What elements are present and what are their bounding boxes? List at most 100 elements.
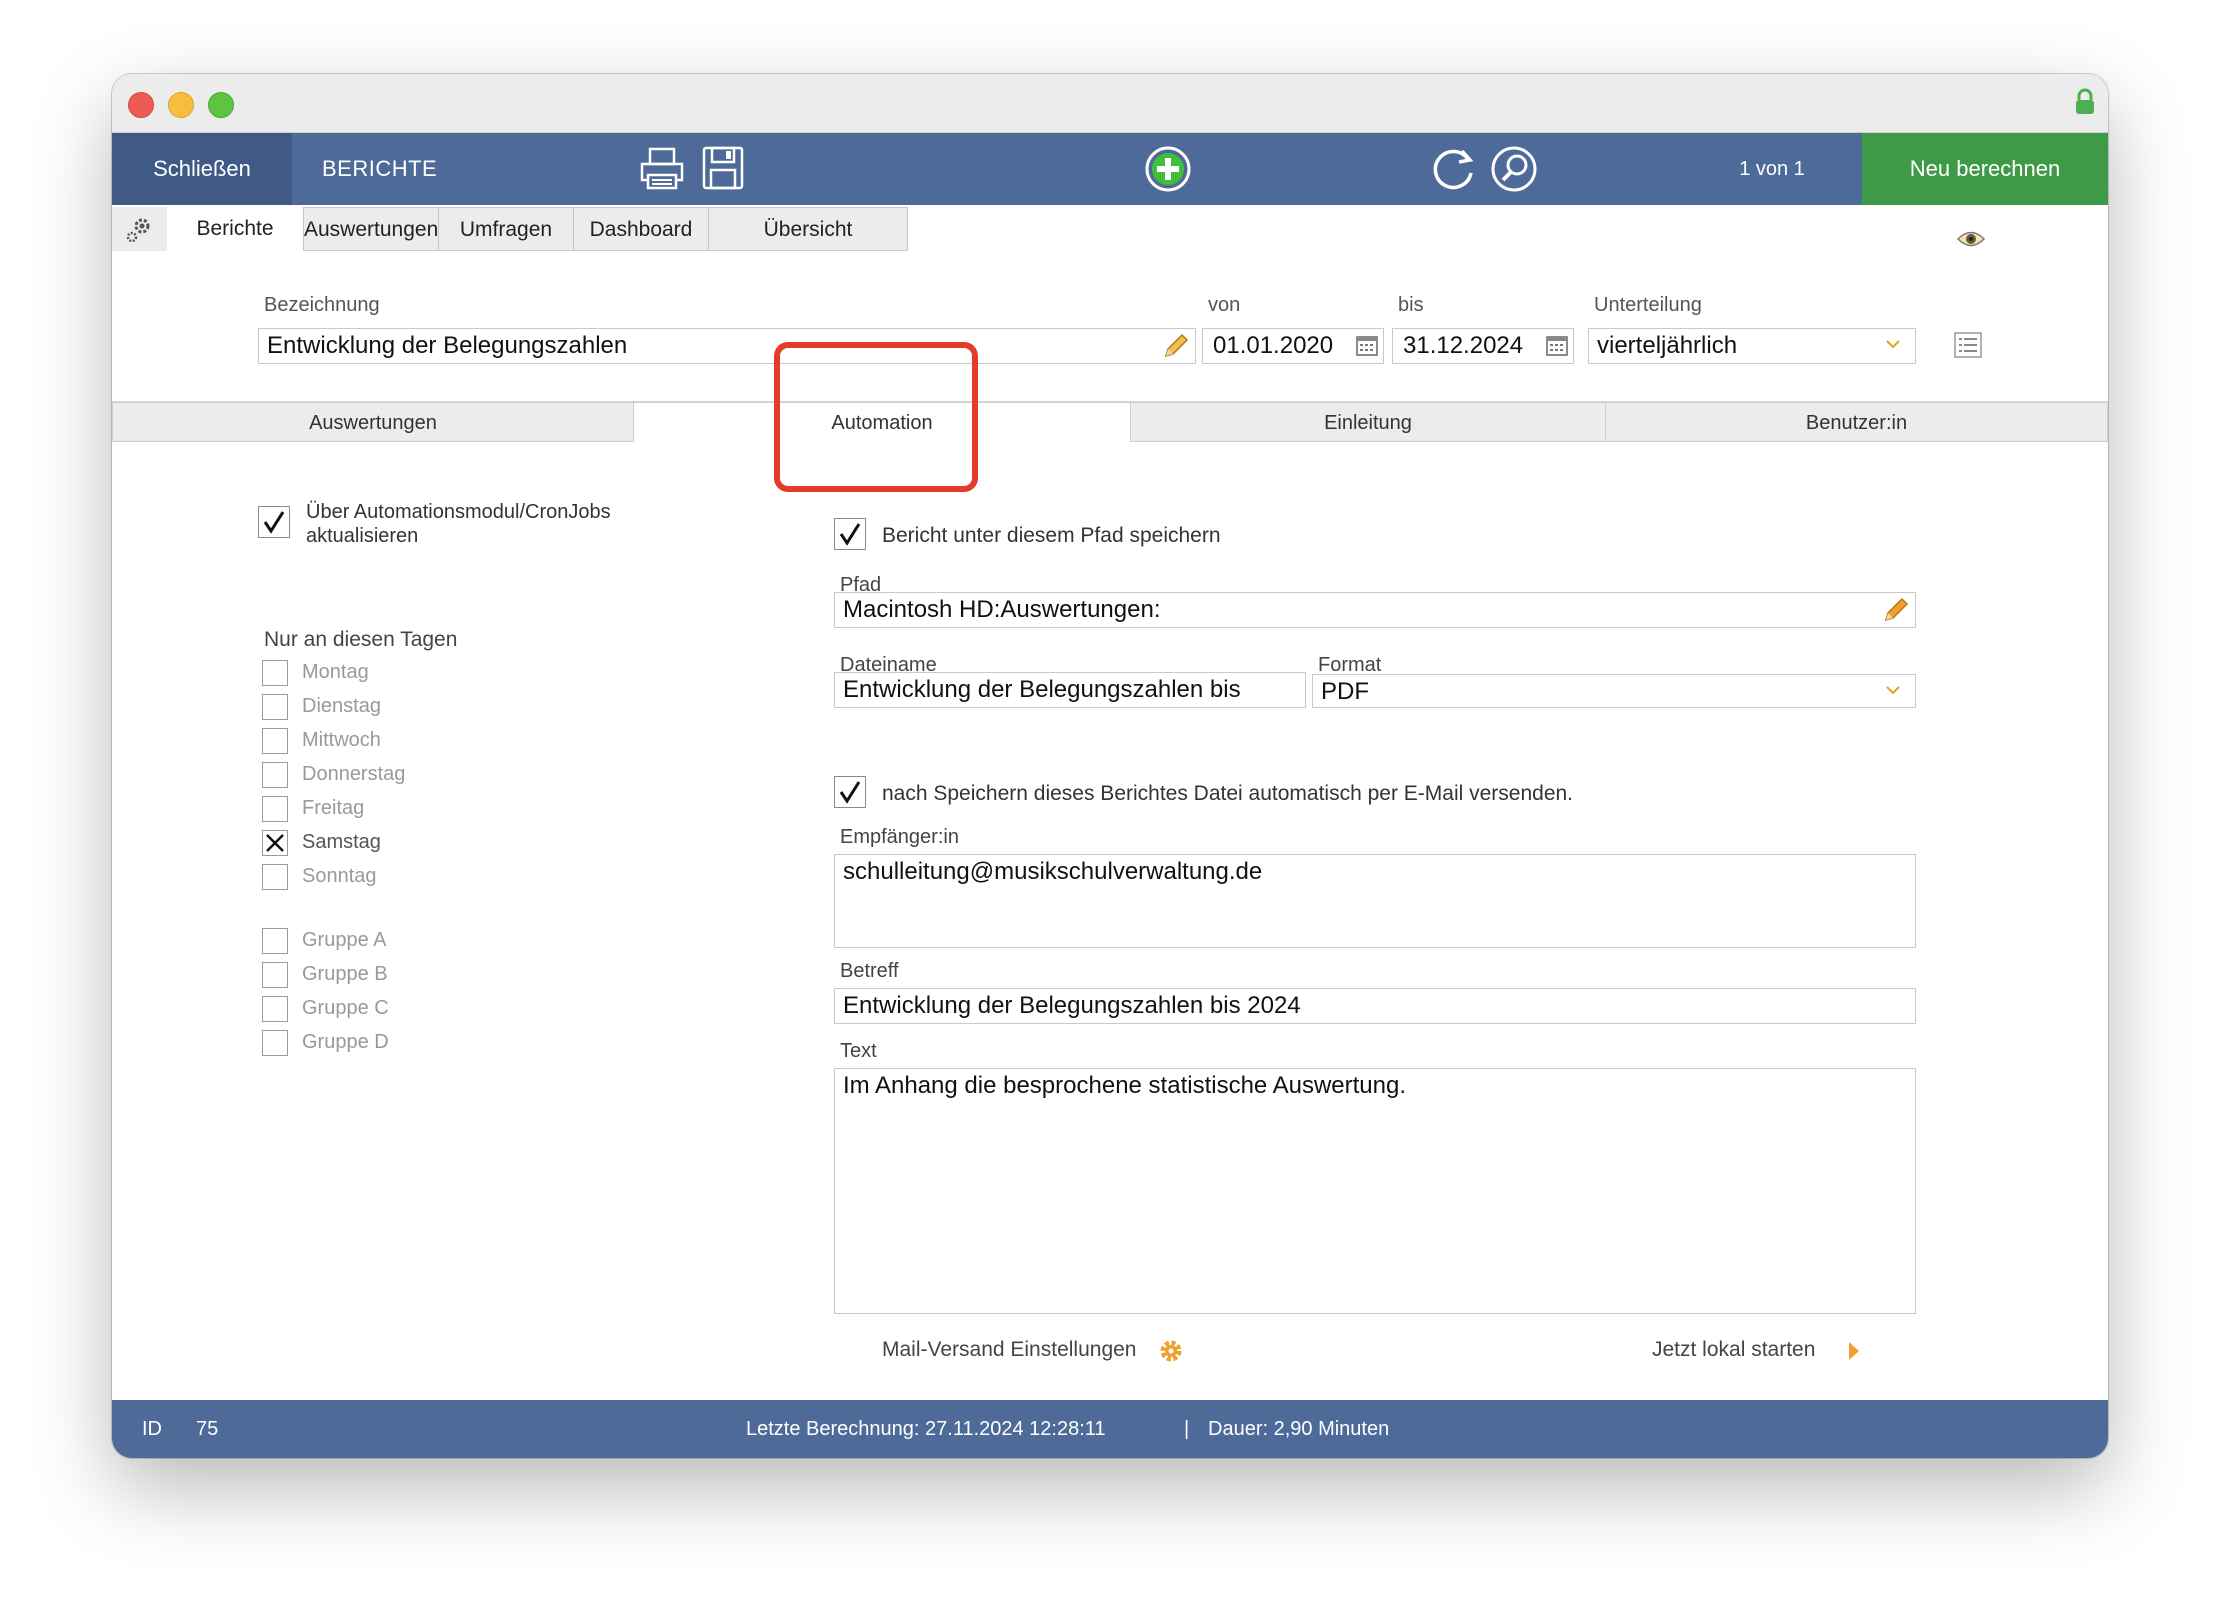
von-label: von [1208,294,1241,316]
days-checkbox[interactable] [262,694,288,720]
bis-label: bis [1398,294,1424,316]
eye-icon[interactable] [1956,230,1986,248]
toolbar: Schließen BERICHTE 1 von 1 Neu berechnen [112,133,2108,205]
betreff-field[interactable]: Entwicklung der Belegungszahlen bis 2024 [834,988,1916,1024]
bezeichnung-field[interactable]: Entwicklung der Belegungszahlen [258,328,1196,364]
print-icon[interactable] [639,147,685,191]
duration: Dauer: 2,90 Minuten [1208,1418,1390,1440]
subtab-auswertungen[interactable]: Auswertungen [112,402,634,442]
gear-icon[interactable] [1158,1338,1184,1364]
bezeichnung-label: Bezeichnung [264,294,380,316]
cron-checkbox[interactable] [258,506,290,538]
pencil-icon[interactable] [1882,596,1910,624]
empfaenger-label: Empfänger:in [840,826,959,848]
run-local-link[interactable]: Jetzt lokal starten [1652,1338,1815,1362]
status-separator: | [1184,1418,1190,1440]
dateiname-field[interactable]: Entwicklung der Belegungszahlen bis [834,672,1306,708]
checkmark-icon [263,511,285,534]
status-bar: ID 75 Letzte Berechnung: 27.11.2024 12:2… [112,1400,2108,1458]
recalculate-button[interactable]: Neu berechnen [1862,133,2108,205]
days-label: Samstag [302,831,381,853]
chevron-down-icon [1886,686,1900,695]
days-label: Dienstag [302,695,381,717]
pencil-icon[interactable] [1162,332,1190,360]
cross-icon [266,834,284,852]
unterteilung-select[interactable]: vierteljährlich [1588,328,1916,364]
groups-label: Gruppe B [302,963,388,985]
close-button[interactable]: Schließen [112,133,292,205]
last-calculation: Letzte Berechnung: 27.11.2024 12:28:11 [746,1418,1106,1440]
app-window: Schließen BERICHTE 1 von 1 Neu berechnen… [112,74,2108,1458]
save-icon[interactable] [701,145,745,191]
groups-checkbox[interactable] [262,928,288,954]
tab-uebersicht[interactable]: Übersicht [708,207,908,251]
email-checkbox[interactable] [834,776,866,808]
days-checkbox[interactable] [262,728,288,754]
close-window-button[interactable] [128,92,154,118]
empfaenger-field[interactable]: schulleitung@musikschulverwaltung.de [834,854,1916,948]
mail-settings-link[interactable]: Mail-Versand Einstellungen [882,1338,1136,1362]
list-icon[interactable] [1954,332,1982,358]
bis-value: 31.12.2024 [1403,332,1524,359]
days-label: Donnerstag [302,763,406,785]
add-icon[interactable] [1144,145,1192,193]
days-label: Mittwoch [302,729,381,751]
tab-berichte[interactable]: Berichte [167,207,303,251]
format-value: PDF [1321,678,1369,705]
minimize-window-button[interactable] [168,92,194,118]
play-arrow-icon[interactable] [1846,1340,1862,1362]
days-title: Nur an diesen Tagen [264,628,458,651]
format-select[interactable]: PDF [1312,674,1916,708]
unterteilung-value: vierteljährlich [1597,332,1738,359]
bezeichnung-value: Entwicklung der Belegungszahlen [267,332,628,359]
unterteilung-label: Unterteilung [1594,294,1702,316]
pfad-value: Macintosh HD:Auswertungen: [843,596,1161,623]
calendar-icon[interactable] [1356,336,1378,356]
id-value: 75 [196,1418,219,1440]
cron-label: Über Automationsmodul/CronJobs aktualisie… [306,501,611,547]
checkmark-icon [839,781,861,804]
save-path-label: Bericht unter diesem Pfad speichern [882,524,1221,547]
groups-checkbox[interactable] [262,1030,288,1056]
betreff-value: Entwicklung der Belegungszahlen bis 2024 [843,992,1301,1019]
save-path-checkbox[interactable] [834,518,866,550]
title-bar [112,74,2108,133]
email-label: nach Speichern dieses Berichtes Datei au… [882,782,1574,805]
calendar-icon[interactable] [1546,336,1568,356]
betreff-label: Betreff [840,960,899,982]
text-field[interactable]: Im Anhang die besprochene statistische A… [834,1068,1916,1314]
module-title: BERICHTE [322,156,438,181]
days-checkbox[interactable] [262,830,288,856]
settings-tab[interactable] [112,207,168,251]
groups-checkbox[interactable] [262,996,288,1022]
gear-icon [126,218,150,243]
days-checkbox[interactable] [262,762,288,788]
highlight-annotation [774,342,978,492]
record-counter: 1 von 1 [1739,158,1805,180]
tab-umfragen[interactable]: Umfragen [438,207,574,251]
refresh-icon[interactable] [1430,145,1478,193]
days-checkbox[interactable] [262,660,288,686]
checkmark-icon [839,523,861,546]
tab-dashboard[interactable]: Dashboard [573,207,709,251]
text-label: Text [840,1040,877,1062]
groups-label: Gruppe C [302,997,389,1019]
days-checkbox[interactable] [262,796,288,822]
zoom-window-button[interactable] [208,92,234,118]
groups-label: Gruppe D [302,1031,389,1053]
lock-icon [2076,88,2094,114]
subtab-benutzer[interactable]: Benutzer:in [1605,402,2108,442]
days-label: Montag [302,661,369,683]
pfad-field[interactable]: Macintosh HD:Auswertungen: [834,592,1916,628]
groups-label: Gruppe A [302,929,387,951]
days-label: Freitag [302,797,365,819]
text-value: Im Anhang die besprochene statistische A… [843,1072,1407,1099]
dateiname-value: Entwicklung der Belegungszahlen bis [843,676,1241,703]
tab-auswertungen[interactable]: Auswertungen [303,207,439,251]
subtab-einleitung[interactable]: Einleitung [1130,402,1606,442]
chevron-down-icon [1886,340,1900,349]
groups-checkbox[interactable] [262,962,288,988]
days-checkbox[interactable] [262,864,288,890]
search-icon[interactable] [1490,145,1538,193]
id-label: ID [142,1418,162,1440]
